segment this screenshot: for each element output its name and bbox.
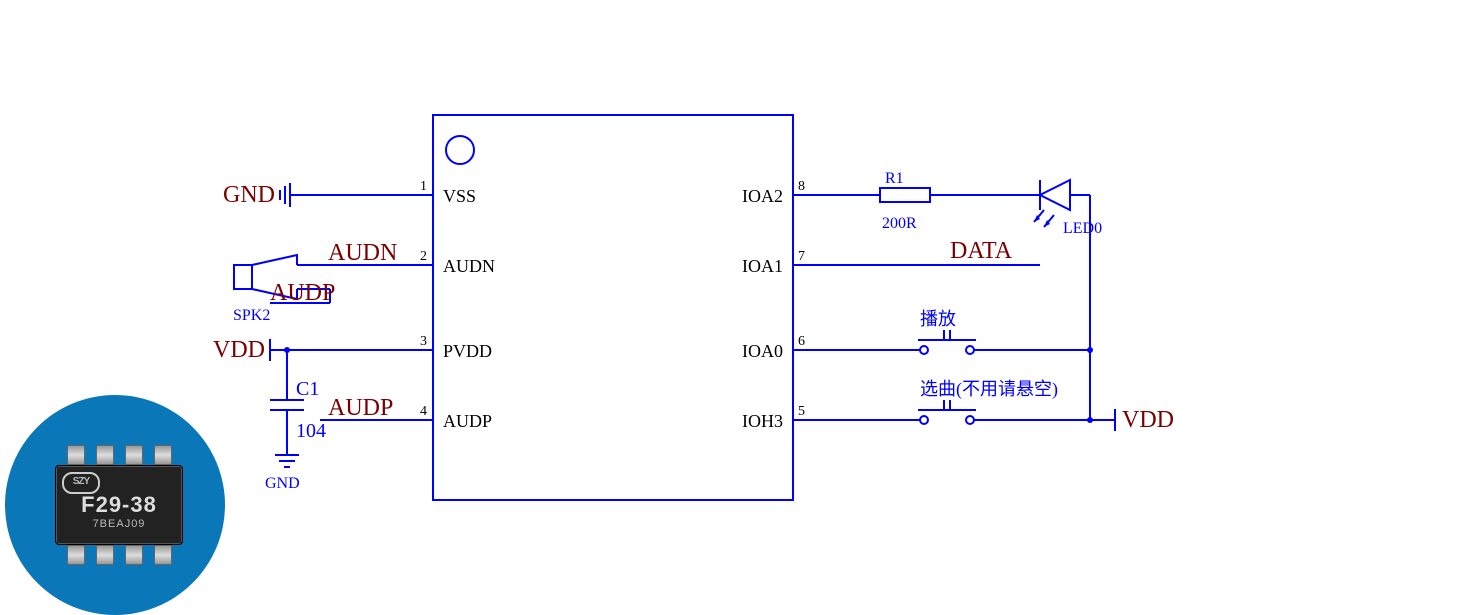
chip-logo: SZY	[62, 472, 100, 494]
pin-num-1: 1	[420, 179, 427, 194]
cap-val: 104	[296, 420, 326, 442]
speaker-ref: SPK2	[233, 307, 270, 324]
pin-num-3: 3	[420, 334, 427, 349]
data-net-label: DATA	[950, 238, 1013, 264]
pin-name-pvdd: PVDD	[443, 341, 492, 361]
pin1-marker	[446, 136, 474, 164]
gnd-net-label: GND	[223, 182, 275, 208]
pin-name-ioa1: IOA1	[742, 256, 783, 276]
pin-name-audn: AUDN	[443, 256, 495, 276]
audn-net-label: AUDN	[328, 240, 397, 266]
vdd-net-right: VDD	[1122, 407, 1174, 433]
pin-name-ioa2: IOA2	[742, 186, 783, 206]
vdd-net-left: VDD	[213, 337, 265, 363]
ic-body	[433, 115, 793, 500]
res-val: 200R	[882, 215, 917, 232]
pin-num-6: 6	[798, 334, 805, 349]
chip-lot-code: 7BEAJ09	[56, 518, 182, 530]
audp-net-bottom: AUDP	[328, 395, 393, 421]
capacitor-c1	[270, 350, 304, 467]
pin-num-2: 2	[420, 249, 427, 264]
pin-name-ioh3: IOH3	[742, 411, 783, 431]
pin-name-vss: VSS	[443, 186, 476, 206]
cap-gnd-label: GND	[265, 475, 300, 492]
audp-net-top: AUDP	[270, 280, 335, 306]
pin-num-5: 5	[798, 404, 805, 419]
btn-select-label: 选曲(不用请悬空)	[920, 379, 1058, 400]
pin-num-8: 8	[798, 179, 805, 194]
button-select-icon	[918, 400, 976, 424]
button-play-icon	[918, 330, 976, 354]
pin-name-audp: AUDP	[443, 411, 492, 431]
pin-num-4: 4	[420, 404, 427, 419]
led-ref: LED0	[1063, 220, 1102, 237]
btn-play-label: 播放	[920, 309, 956, 329]
resistor-r1	[880, 188, 930, 202]
pin-name-ioa0: IOA0	[742, 341, 783, 361]
chip-photo-badge: SZY F29-38 7BEAJ09	[0, 390, 230, 605]
pin-num-7: 7	[798, 249, 805, 264]
res-ref: R1	[885, 170, 904, 187]
gnd-symbol	[280, 183, 300, 207]
cap-ref: C1	[296, 378, 319, 400]
